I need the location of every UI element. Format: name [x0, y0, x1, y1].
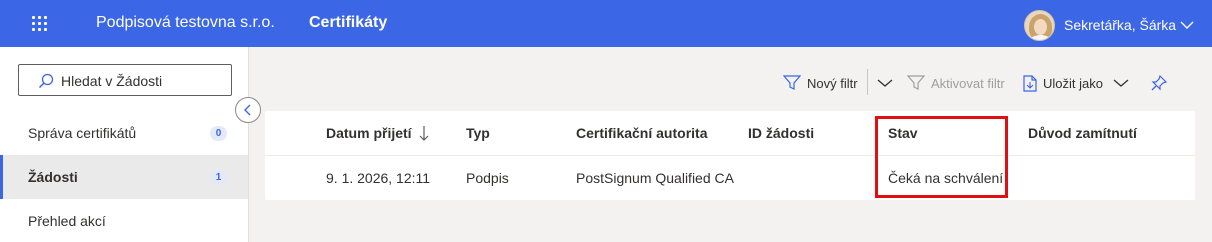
filter-icon	[783, 75, 801, 90]
top-bar: Podpisová testovna s.r.o. Certifikáty Se…	[0, 0, 1212, 47]
organization-name[interactable]: Podpisová testovna s.r.o.	[96, 14, 275, 32]
column-label: Datum přijetí	[326, 125, 412, 141]
search-input[interactable]: Hledat v Žádosti	[18, 64, 232, 96]
column-header-authority[interactable]: Certifikační autorita	[576, 125, 707, 141]
chevron-down-icon	[1180, 21, 1194, 29]
user-menu[interactable]: Sekretářka, Šárka	[1024, 9, 1194, 41]
column-header-rejection-reason[interactable]: Důvod zamítnutí	[1028, 125, 1137, 141]
filter-icon	[907, 75, 925, 90]
new-filter-label: Nový filtr	[807, 75, 858, 91]
column-header-date[interactable]: Datum přijetí	[326, 125, 429, 141]
activate-filter-button[interactable]: Aktivovat filtr	[907, 72, 1005, 94]
command-bar: Nový filtr Aktivovat filtr Uložit jako	[249, 47, 1212, 113]
chevron-down-icon	[877, 79, 893, 87]
search-placeholder: Hledat v Žádosti	[61, 73, 163, 89]
table-header: Datum přijetí Typ Certifikační autorita …	[265, 111, 1195, 156]
app-title[interactable]: Certifikáty	[309, 14, 387, 32]
pin-icon	[1151, 75, 1167, 91]
sidebar-item-label: Žádosti	[28, 169, 78, 185]
sidebar-item-sprava-certifikatu[interactable]: Správa certifikátů 0	[0, 111, 248, 155]
cell-type: Podpis	[466, 170, 509, 186]
save-as-label: Uložit jako	[1043, 75, 1103, 91]
filter-dropdown-button[interactable]	[877, 72, 893, 94]
requests-table: Datum přijetí Typ Certifikační autorita …	[265, 111, 1195, 200]
count-badge: 1	[210, 170, 227, 185]
waffle-icon[interactable]	[32, 16, 48, 32]
count-badge: 0	[210, 126, 227, 141]
sidebar-item-label: Správa certifikátů	[28, 125, 137, 141]
sidebar-item-zadosti[interactable]: Žádosti 1	[0, 155, 248, 199]
sidebar-item-prehled-akci[interactable]: Přehled akcí	[0, 199, 248, 242]
cell-date: 9. 1. 2026, 12:11	[326, 170, 431, 186]
save-file-icon	[1023, 74, 1037, 92]
sidebar: Hledat v Žádosti Správa certifikátů 0 Žá…	[0, 47, 249, 242]
sort-descending-icon	[420, 126, 429, 141]
save-as-button[interactable]: Uložit jako	[1023, 72, 1129, 94]
chevron-down-icon	[1113, 79, 1129, 87]
search-icon	[38, 73, 54, 89]
status-column-highlight	[875, 116, 1008, 198]
sidebar-item-label: Přehled akcí	[28, 213, 106, 229]
divider	[867, 69, 868, 95]
avatar	[1024, 9, 1055, 41]
pin-button[interactable]	[1151, 72, 1167, 94]
column-header-type[interactable]: Typ	[466, 125, 490, 141]
column-header-id[interactable]: ID žádosti	[748, 125, 814, 141]
new-filter-button[interactable]: Nový filtr	[783, 72, 858, 94]
user-name: Sekretářka, Šárka	[1064, 17, 1177, 33]
cell-authority: PostSignum Qualified CA	[576, 170, 734, 186]
activate-filter-label: Aktivovat filtr	[931, 75, 1005, 91]
